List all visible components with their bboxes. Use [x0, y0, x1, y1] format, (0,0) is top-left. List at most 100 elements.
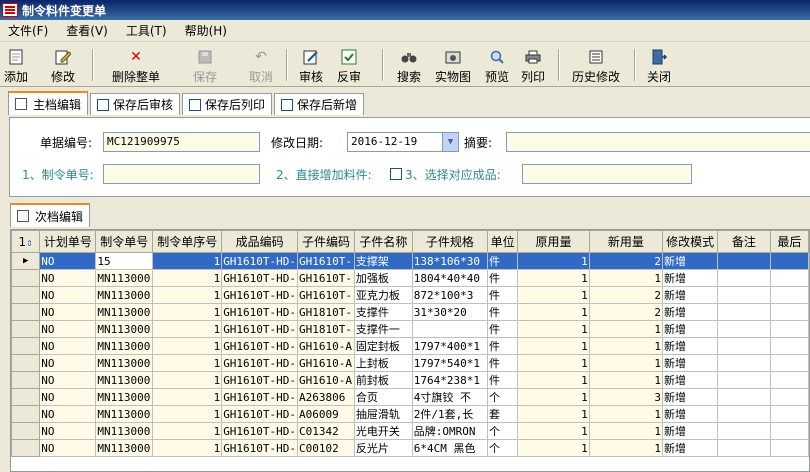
add-button[interactable]: 添加 — [2, 45, 30, 85]
grid-corner[interactable]: 1⇕ — [11, 230, 41, 253]
table-cell[interactable]: 新增 — [662, 371, 719, 389]
col-header[interactable]: 单位 — [486, 230, 519, 253]
row-indicator[interactable] — [11, 439, 41, 457]
table-cell[interactable]: 新增 — [662, 303, 719, 321]
table-cell[interactable]: 1797*540*1 — [411, 354, 488, 372]
table-cell[interactable] — [769, 388, 809, 406]
table-cell[interactable]: 1 — [152, 405, 223, 423]
table-cell[interactable]: 2 — [588, 252, 664, 270]
table-cell[interactable] — [769, 252, 809, 270]
table-cell[interactable] — [717, 371, 771, 389]
table-cell[interactable] — [717, 303, 771, 321]
table-cell[interactable]: GH1610T-HD- — [221, 286, 299, 304]
table-cell[interactable]: NO — [39, 252, 97, 270]
table-cell[interactable]: NO — [39, 354, 97, 372]
table-cell[interactable] — [717, 439, 771, 457]
table-cell[interactable]: 加强板 — [353, 269, 413, 287]
row-indicator[interactable] — [11, 286, 41, 304]
table-cell[interactable]: MN113000 — [95, 320, 154, 338]
table-cell[interactable]: 新增 — [662, 439, 719, 457]
table-cell[interactable] — [717, 320, 771, 338]
table-cell[interactable]: 1797*400*1 — [411, 337, 488, 355]
table-cell[interactable]: NO — [39, 303, 97, 321]
table-cell[interactable]: MN113000 — [95, 388, 154, 406]
table-cell[interactable]: GH1610T-HD- — [221, 439, 299, 457]
table-cell[interactable]: NO — [39, 405, 97, 423]
table-cell[interactable]: 138*106*30 — [411, 252, 488, 270]
table-row[interactable]: NO MN113000 1 GH1610T-HD- A263806 合页 4寸旗铰 不个13… — [11, 388, 809, 406]
table-cell[interactable]: GH1610T-HD- — [221, 252, 299, 270]
table-cell[interactable]: 6*4CM 黑色 — [411, 439, 488, 457]
table-cell[interactable]: GH1810T- — [297, 320, 355, 338]
row-indicator[interactable] — [11, 269, 41, 287]
table-cell[interactable]: GH1610T- — [297, 269, 355, 287]
select-product-field[interactable] — [522, 164, 692, 184]
table-row[interactable]: NO MN113000 1 GH1610T-HD- GH1810T- 支撑件 31*30*2… — [11, 303, 809, 321]
order-no-field[interactable] — [103, 164, 260, 184]
search-button[interactable]: 搜索 — [394, 45, 424, 85]
preview-button[interactable]: 预览 — [482, 45, 512, 85]
table-cell[interactable]: GH1610-A — [297, 371, 355, 389]
table-cell[interactable]: 件 — [486, 371, 519, 389]
table-cell[interactable]: 固定封板 — [353, 337, 413, 355]
table-cell[interactable] — [769, 286, 809, 304]
table-cell[interactable]: A06009 — [297, 405, 355, 423]
table-cell[interactable]: 件 — [486, 269, 519, 287]
table-cell[interactable]: 支撑架 — [353, 252, 413, 270]
table-cell[interactable]: 个 — [486, 388, 519, 406]
table-cell[interactable]: 1 — [152, 252, 223, 270]
table-cell[interactable]: NO — [39, 371, 97, 389]
row-indicator[interactable] — [11, 354, 41, 372]
table-cell[interactable] — [769, 337, 809, 355]
table-cell[interactable]: 1 — [152, 303, 223, 321]
delete-all-button[interactable]: ✕ 删除整单 — [108, 45, 164, 85]
col-header[interactable]: 子件名称 — [353, 230, 413, 253]
table-cell[interactable]: 1764*238*1 — [411, 371, 488, 389]
table-cell[interactable]: 1 — [517, 252, 590, 270]
row-indicator[interactable] — [11, 337, 41, 355]
print-button[interactable]: 列印 — [518, 45, 548, 85]
table-cell[interactable]: 1 — [517, 303, 590, 321]
table-cell[interactable] — [411, 320, 488, 338]
table-row[interactable]: NO MN113000 1 GH1610T-HD- GH1610-A 上封板 1797*54… — [11, 354, 809, 372]
tab-main-edit[interactable]: 主档编辑 — [8, 91, 89, 115]
table-cell[interactable]: 新增 — [662, 286, 719, 304]
table-cell[interactable]: 件 — [486, 320, 519, 338]
col-header[interactable]: 修改模式 — [662, 230, 719, 253]
table-cell[interactable]: MN113000 — [95, 354, 154, 372]
table-cell[interactable]: GH1610-A — [297, 354, 355, 372]
col-header[interactable]: 制令单序号 — [152, 230, 223, 253]
table-cell[interactable]: GH1610T-HD- — [221, 337, 299, 355]
table-cell[interactable]: GH1610T-HD- — [221, 320, 299, 338]
table-cell[interactable]: 3 — [588, 388, 664, 406]
table-cell[interactable]: 15 — [95, 252, 154, 270]
add-material-checkbox[interactable] — [390, 168, 402, 180]
table-cell[interactable] — [717, 388, 771, 406]
table-cell[interactable]: NO — [39, 337, 97, 355]
table-cell[interactable]: MN113000 — [95, 371, 154, 389]
table-cell[interactable]: NO — [39, 388, 97, 406]
table-cell[interactable]: 合页 — [353, 388, 413, 406]
table-cell[interactable] — [717, 405, 771, 423]
unaudit-button[interactable]: 反审 — [334, 45, 364, 85]
table-cell[interactable]: 新增 — [662, 388, 719, 406]
table-cell[interactable] — [717, 422, 771, 440]
table-cell[interactable]: 1 — [517, 320, 590, 338]
table-cell[interactable]: GH1610-A — [297, 337, 355, 355]
table-cell[interactable]: 1 — [152, 371, 223, 389]
close-button[interactable]: 关闭 — [644, 45, 674, 85]
table-cell[interactable]: 1 — [517, 388, 590, 406]
table-cell[interactable] — [717, 286, 771, 304]
table-cell[interactable]: GH1810T- — [297, 303, 355, 321]
col-header[interactable]: 子件编码 — [297, 230, 355, 253]
table-row[interactable]: ▶ NO 15 1 GH1610T-HD- GH1610T- 支撑架 138*106*30 件 1… — [11, 252, 809, 270]
mod-date-picker[interactable]: 2016-12-19 ▼ — [347, 132, 459, 152]
table-cell[interactable] — [769, 371, 809, 389]
save-button[interactable]: 保存 — [190, 45, 220, 85]
save-then-audit-checkbox[interactable]: 保存后审核 — [90, 93, 181, 115]
table-cell[interactable]: 1 — [588, 269, 664, 287]
table-cell[interactable]: 亚克力板 — [353, 286, 413, 304]
table-cell[interactable]: 1 — [517, 269, 590, 287]
table-cell[interactable]: MN113000 — [95, 405, 154, 423]
table-cell[interactable]: 1804*40*40 — [411, 269, 488, 287]
